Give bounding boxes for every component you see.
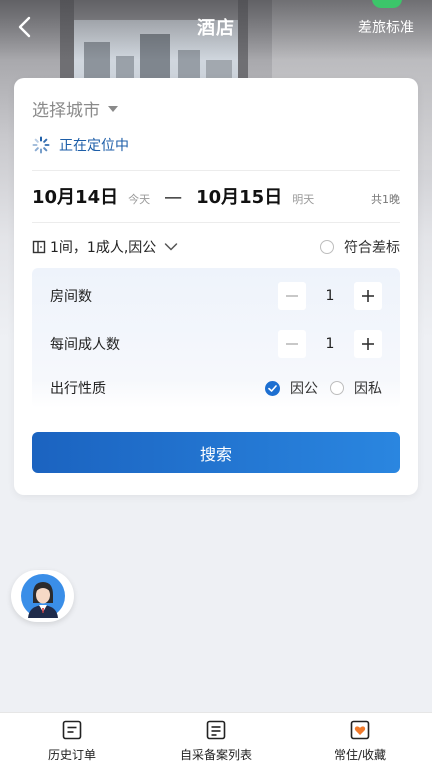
adults-increment-button[interactable]: [354, 330, 382, 358]
minus-icon: [286, 295, 298, 297]
comply-radio[interactable]: [320, 240, 334, 254]
bottom-tab-bar: 历史订单 自采备案列表 常住/收藏: [0, 712, 432, 768]
adults-row: 每间成人数 1: [50, 330, 382, 358]
city-selector[interactable]: 选择城市: [32, 96, 118, 121]
check-in-tag: 今天: [128, 193, 151, 206]
hotel-search-card: 选择城市 正在定位中 10月14日 今天 — 10月15日 明天 共1晚 1间，…: [14, 78, 418, 495]
plus-icon: [362, 290, 374, 302]
travel-policy-link[interactable]: 差旅标准: [358, 17, 414, 37]
order-history-icon: [62, 720, 82, 739]
assistant-avatar-icon: [20, 574, 65, 618]
adults-label: 每间成人数: [50, 337, 120, 353]
customer-service-avatar-button[interactable]: [11, 570, 74, 622]
date-range-selector[interactable]: 10月14日 今天 — 10月15日 明天 共1晚: [32, 183, 400, 213]
radio-checked-icon: [265, 380, 280, 396]
nights-count: 共1晚: [371, 193, 400, 206]
purpose-row: 出行性质 因公 因私: [50, 374, 382, 402]
back-button[interactable]: [10, 12, 38, 42]
rooms-label: 房间数: [50, 289, 92, 305]
adults-decrement-button[interactable]: [278, 330, 306, 358]
tab-record-list[interactable]: 自采备案列表: [144, 713, 288, 768]
record-list-icon: [206, 720, 226, 739]
city-placeholder: 选择城市: [32, 101, 100, 121]
tab-label: 历史订单: [47, 747, 96, 762]
adults-value: 1: [325, 336, 335, 352]
purpose-business-label: 因公: [290, 381, 318, 397]
check-out-date: 10月15日: [196, 187, 283, 208]
comply-policy-toggle[interactable]: 符合差标: [320, 237, 400, 257]
purpose-radio-group: 因公 因私: [265, 378, 382, 398]
tab-favorites[interactable]: 常住/收藏: [288, 713, 432, 768]
rooms-stepper: 1: [278, 282, 382, 310]
search-button[interactable]: 搜索: [32, 432, 400, 473]
loading-spinner-icon: [32, 136, 50, 154]
chevron-down-icon[interactable]: [164, 242, 178, 252]
plus-icon: [362, 338, 374, 350]
comply-label: 符合差标: [344, 240, 400, 256]
tab-order-history[interactable]: 历史订单: [0, 713, 144, 768]
purpose-business-option[interactable]: 因公: [265, 378, 318, 398]
rooms-decrement-button[interactable]: [278, 282, 306, 310]
rooms-increment-button[interactable]: [354, 282, 382, 310]
purpose-private-label: 因私: [354, 381, 382, 397]
radio-unchecked-icon: [330, 381, 344, 395]
favorite-icon: [350, 720, 370, 739]
divider: [32, 170, 400, 171]
adults-stepper: 1: [278, 330, 382, 358]
guest-options-panel: 房间数 1 每间成人数 1 出行性质 因公 因私: [32, 268, 400, 408]
tab-label: 常住/收藏: [333, 747, 387, 762]
rooms-value: 1: [325, 288, 335, 304]
date-separator: —: [164, 187, 183, 208]
room-door-icon: [32, 240, 46, 254]
purpose-label: 出行性质: [50, 381, 106, 397]
divider: [32, 222, 400, 223]
chevron-left-icon: [18, 16, 31, 38]
caret-down-icon: [108, 105, 118, 112]
rooms-row: 房间数 1: [50, 282, 382, 310]
tab-label: 自采备案列表: [179, 747, 252, 762]
top-nav-bar: 酒店 差旅标准: [0, 0, 432, 54]
minus-icon: [286, 343, 298, 345]
check-in-date: 10月14日: [32, 187, 119, 208]
page-title: 酒店: [197, 18, 235, 39]
location-status: 正在定位中: [32, 135, 129, 155]
guest-summary[interactable]: 1间，1成人,因公: [50, 237, 156, 257]
guest-summary-row: 1间，1成人,因公 符合差标: [32, 235, 400, 259]
check-out-tag: 明天: [292, 193, 315, 206]
locating-text: 正在定位中: [59, 138, 129, 154]
purpose-private-option[interactable]: 因私: [330, 378, 382, 398]
